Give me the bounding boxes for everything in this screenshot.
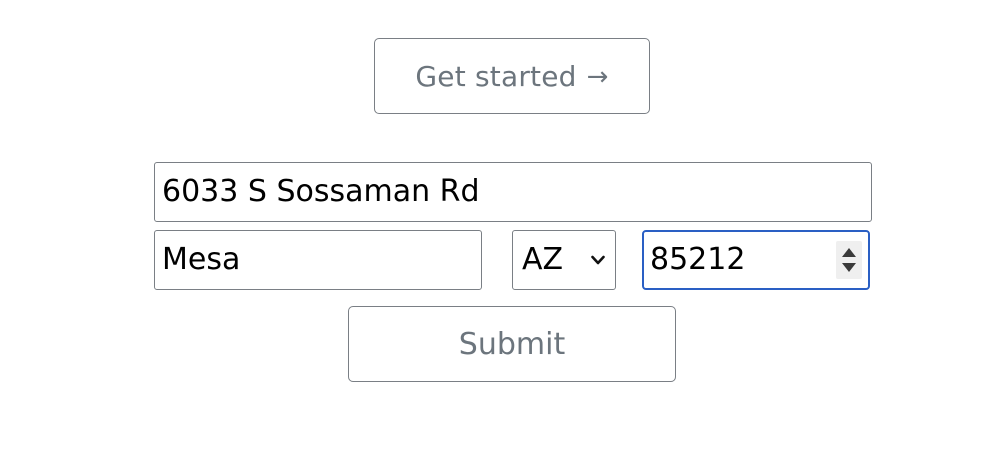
arrow-right-icon: → — [586, 62, 609, 92]
submit-button[interactable]: Submit — [348, 306, 676, 382]
zip-code-value: 85212 — [650, 242, 746, 277]
state-selected-value: AZ — [522, 242, 564, 277]
get-started-button[interactable]: Get started → — [374, 38, 650, 114]
street-address-value: 6033 S Sossaman Rd — [162, 174, 480, 209]
submit-label: Submit — [458, 326, 566, 362]
zip-code-input[interactable]: 85212 — [642, 230, 870, 290]
number-spinner-icon[interactable] — [836, 241, 862, 279]
get-started-label: Get started — [415, 59, 577, 93]
city-input[interactable]: Mesa — [154, 230, 482, 290]
spinner-up-icon[interactable] — [842, 248, 856, 257]
city-value: Mesa — [162, 242, 241, 277]
chevron-down-icon — [591, 255, 605, 265]
spinner-down-icon[interactable] — [842, 263, 856, 272]
street-address-input[interactable]: 6033 S Sossaman Rd — [154, 162, 872, 222]
state-select[interactable]: AZ — [512, 230, 616, 290]
